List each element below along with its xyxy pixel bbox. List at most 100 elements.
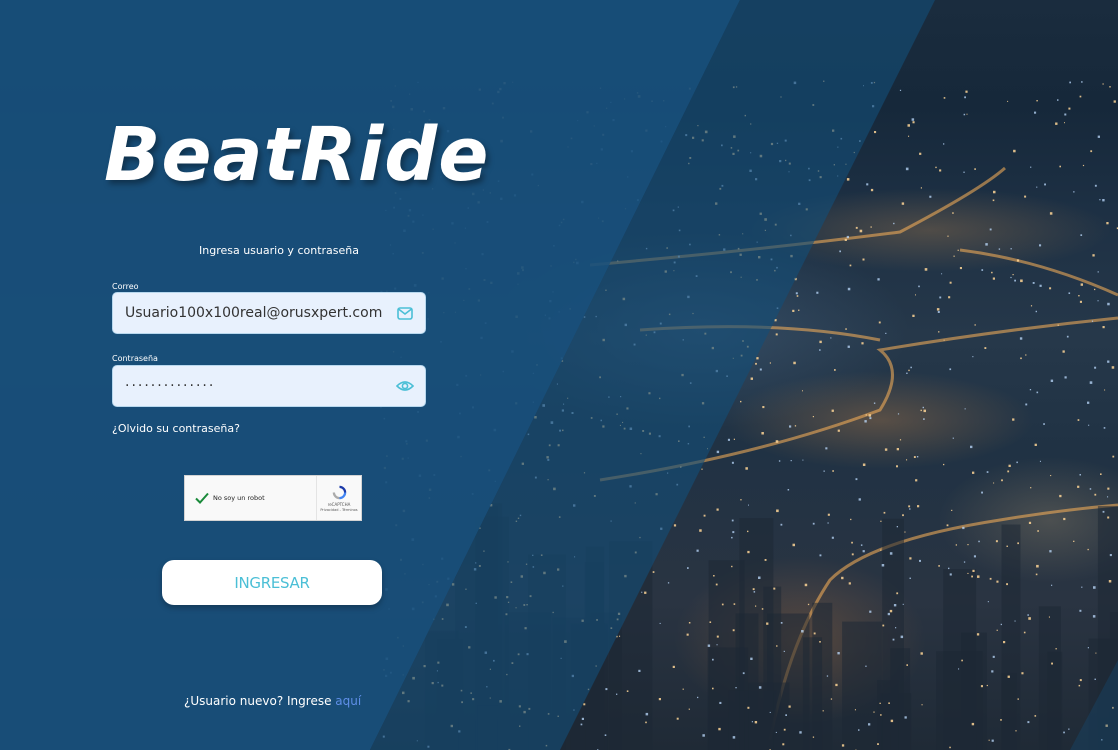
city-light-dot — [965, 90, 968, 93]
city-light-dot — [1057, 99, 1059, 101]
password-input[interactable] — [113, 366, 391, 406]
city-light-dot — [911, 118, 915, 121]
city-light-dot — [731, 565, 733, 568]
city-light-dot — [626, 690, 629, 692]
city-light-dot — [1059, 494, 1062, 498]
city-light-dot — [877, 743, 879, 745]
city-light-dot — [801, 630, 804, 633]
city-light-dot — [731, 536, 733, 539]
city-light-dot — [880, 549, 882, 551]
city-light-dot — [908, 505, 911, 508]
city-light-dot — [773, 587, 776, 590]
city-light-dot — [899, 439, 902, 441]
city-light-dot — [1088, 424, 1090, 426]
recaptcha-terms[interactable]: Privacidad - Términos — [320, 508, 357, 512]
city-light-dot — [1066, 335, 1069, 338]
city-light-dot — [715, 583, 718, 586]
forgot-password-link[interactable]: ¿Olvido su contraseña? — [112, 422, 240, 435]
city-light-dot — [851, 553, 854, 556]
city-light-dot — [798, 309, 800, 311]
city-light-dot — [1102, 199, 1105, 202]
eye-icon[interactable] — [391, 380, 419, 392]
city-light-dot — [750, 657, 753, 660]
city-light-dot — [1032, 282, 1035, 284]
city-light-dot — [619, 635, 621, 637]
recaptcha-widget: No soy un robot reCAPTCHA Privacidad - T… — [184, 475, 362, 521]
city-light-dot — [1030, 487, 1032, 489]
city-light-dot — [972, 569, 975, 572]
city-light-dot — [993, 190, 996, 194]
city-light-dot — [988, 739, 990, 741]
city-light-dot — [645, 721, 647, 724]
city-light-dot — [1034, 111, 1037, 114]
city-light-dot — [862, 258, 865, 261]
city-light-dot — [974, 324, 976, 326]
city-light-dot — [1007, 470, 1010, 473]
city-light-dot — [995, 540, 998, 543]
city-light-dot — [1064, 122, 1065, 124]
city-light-dot — [1077, 485, 1080, 488]
city-light-dot — [1027, 721, 1030, 724]
city-light-dot — [1049, 212, 1053, 215]
city-light-dot — [963, 171, 965, 173]
city-light-dot — [957, 249, 959, 251]
city-light-dot — [901, 202, 905, 205]
city-light-dot — [1025, 354, 1027, 356]
city-light-dot — [1035, 310, 1037, 313]
city-light-dot — [1068, 728, 1070, 730]
city-light-dot — [989, 577, 992, 580]
city-light-dot — [1021, 672, 1024, 675]
city-light-dot — [769, 711, 771, 713]
city-light-dot — [775, 333, 778, 336]
city-light-dot — [1108, 580, 1112, 583]
city-light-dot — [846, 178, 850, 181]
login-submit-button[interactable]: INGRESAR — [162, 560, 382, 605]
city-light-dot — [998, 248, 1001, 250]
city-light-dot — [776, 645, 778, 647]
city-light-dot — [981, 491, 983, 494]
city-light-dot — [893, 222, 895, 225]
city-light-dot — [787, 489, 790, 491]
city-light-dot — [1059, 165, 1061, 168]
email-input[interactable] — [113, 293, 391, 333]
city-light-dot — [865, 414, 867, 416]
city-light-dot — [948, 567, 950, 570]
city-light-dot — [652, 571, 655, 573]
city-light-dot — [1107, 360, 1110, 363]
city-light-dot — [676, 717, 679, 720]
city-light-dot — [783, 728, 786, 731]
city-light-dot — [1068, 107, 1071, 110]
city-light-dot — [896, 526, 898, 528]
city-light-dot — [896, 592, 899, 595]
city-light-dot — [1081, 81, 1083, 83]
city-light-dot — [1013, 149, 1016, 153]
building-silhouette — [882, 518, 904, 750]
city-light-dot — [899, 89, 902, 91]
city-light-dot — [858, 498, 861, 501]
city-light-dot — [731, 461, 734, 464]
city-light-dot — [854, 709, 856, 711]
city-light-dot — [1073, 191, 1075, 193]
city-light-dot — [893, 604, 897, 607]
city-light-dot — [830, 337, 832, 339]
city-light-dot — [870, 226, 872, 228]
city-light-dot — [755, 605, 757, 607]
city-light-dot — [877, 278, 880, 281]
city-light-dot — [849, 264, 852, 267]
city-light-dot — [985, 243, 988, 246]
recaptcha-checkbox[interactable] — [194, 490, 210, 506]
city-light-dot — [776, 509, 779, 513]
city-light-dot — [1079, 300, 1082, 303]
city-light-dot — [971, 575, 973, 578]
city-light-dot — [804, 583, 808, 587]
city-light-dot — [992, 277, 995, 280]
city-light-dot — [850, 518, 852, 521]
city-light-dot — [825, 447, 828, 450]
city-light-dot — [905, 167, 909, 171]
city-light-dot — [946, 524, 949, 527]
email-field-wrapper — [112, 292, 426, 334]
city-light-dot — [1016, 259, 1020, 262]
register-link[interactable]: aquí — [335, 694, 361, 708]
city-light-dot — [1015, 730, 1017, 732]
city-light-dot — [807, 603, 810, 606]
